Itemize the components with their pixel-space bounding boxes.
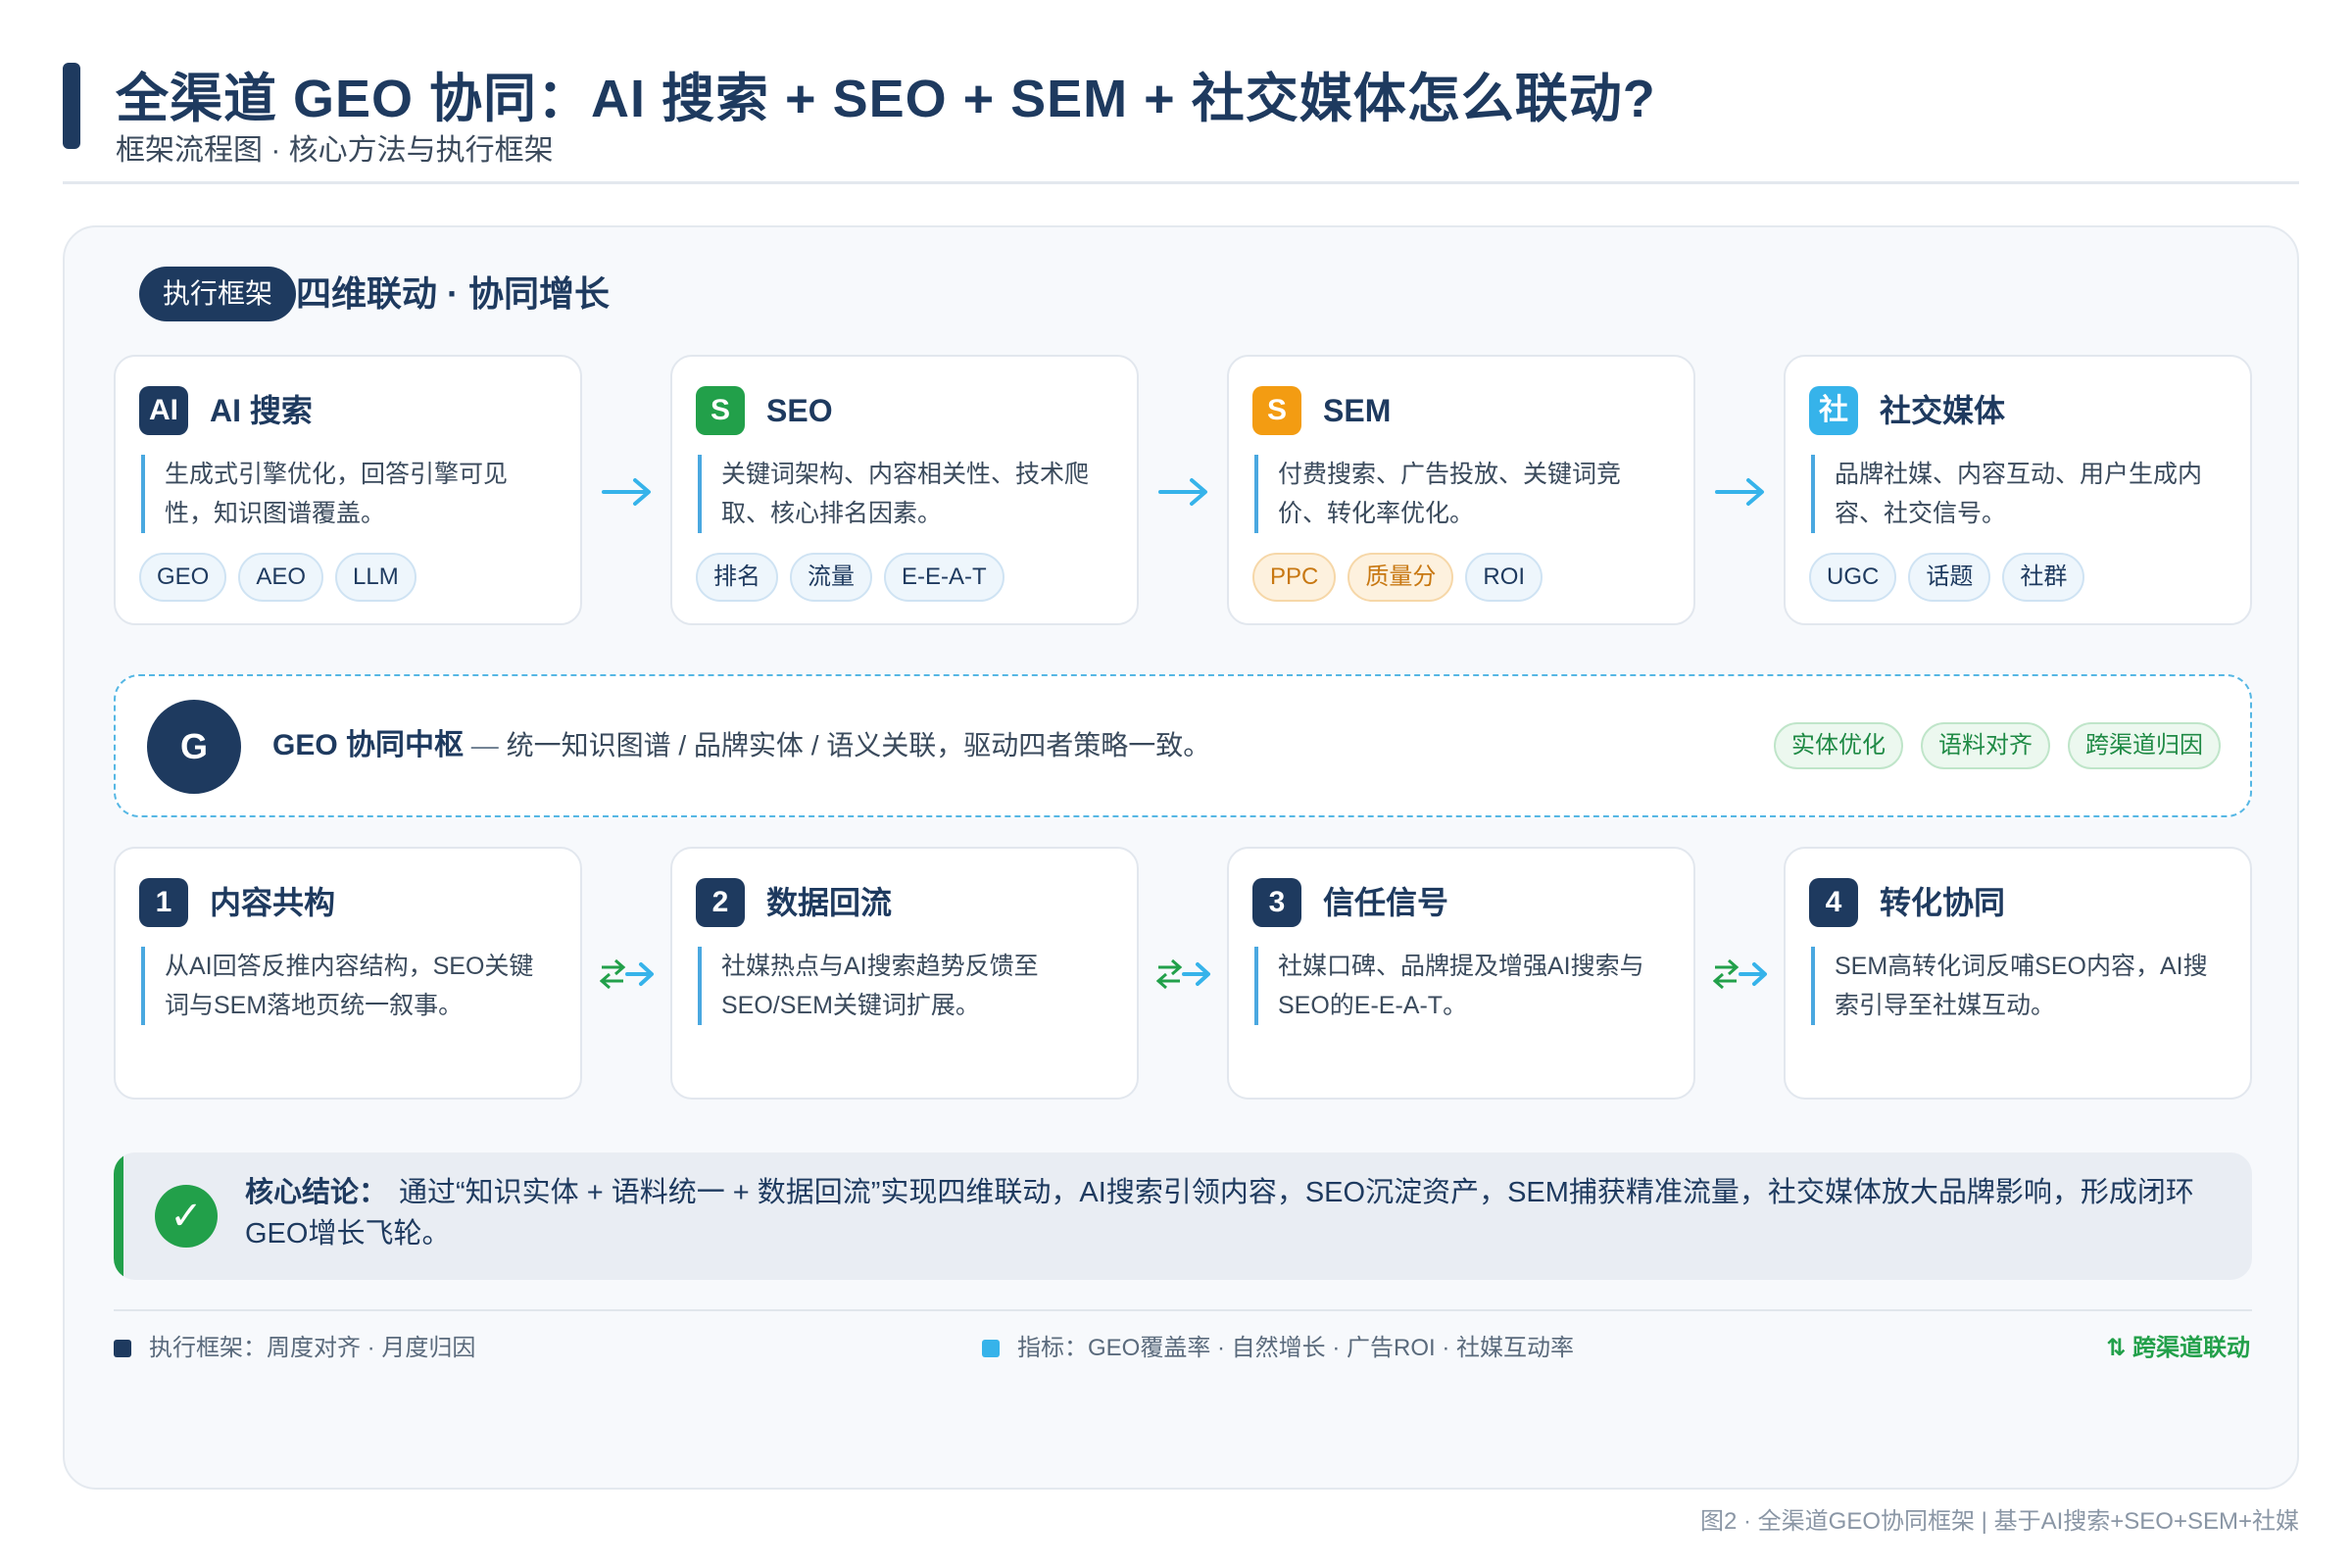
step-number: 1 <box>139 878 188 927</box>
arrow-right-icon <box>1158 478 1207 506</box>
conclusion-label: 核心结论： <box>245 1177 388 1208</box>
step-card-3: 3 信任信号 社媒口碑、品牌提及增强AI搜索与SEO的E-E-A-T。 <box>1227 847 1695 1100</box>
hub-dash: — <box>464 730 507 760</box>
step-card-1: 1 内容共构 从AI回答反推内容结构，SEO关键词与SEM落地页统一叙事。 <box>114 847 582 1100</box>
conclusion-accent <box>114 1152 123 1280</box>
sem-badge-icon: S <box>1252 386 1301 435</box>
geo-hub-icon: G <box>147 700 241 794</box>
step-title: 内容共构 <box>210 885 336 920</box>
step-desc: 社媒热点与AI搜索趋势反馈至SEO/SEM关键词扩展。 <box>698 947 1111 1025</box>
figure-caption: 图2 · 全渠道GEO协同框架 | 基于AI搜索+SEO+SEM+社媒 <box>1699 1508 2299 1535</box>
tag: ROI <box>1465 553 1544 602</box>
framework-panel: 执行框架 四维联动 · 协同增长 AI AI 搜索 生成式引擎优化，回答引擎可见… <box>63 225 2299 1490</box>
tag: AEO <box>238 553 324 602</box>
step-desc: 社媒口碑、品牌提及增强AI搜索与SEO的E-E-A-T。 <box>1254 947 1668 1025</box>
geo-hub: G GEO 协同中枢 — 统一知识图谱 / 品牌实体 / 语义关联，驱动四者策略… <box>114 674 2252 817</box>
hub-desc: 统一知识图谱 / 品牌实体 / 语义关联，驱动四者策略一致。 <box>506 730 1211 760</box>
channel-title: 社交媒体 <box>1880 393 2006 428</box>
footer-divider <box>114 1309 2252 1311</box>
social-badge-icon: 社 <box>1809 386 1858 435</box>
step-title: 转化协同 <box>1880 885 2006 920</box>
channel-card-social: 社 社交媒体 品牌社媒、内容互动、用户生成内容、社交信号。 UGC 话题 社群 <box>1784 355 2252 625</box>
tag: 语料对齐 <box>1921 722 2050 769</box>
check-icon: ✓ <box>155 1185 218 1248</box>
step-number: 3 <box>1252 878 1301 927</box>
channel-tags: 排名 流量 E-E-A-T <box>696 553 1016 602</box>
channel-card-seo: S SEO 关键词架构、内容相关性、技术爬取、核心排名因素。 排名 流量 E-E-A… <box>670 355 1139 625</box>
swap-arrows-icon: ⇅ <box>2106 1335 2127 1361</box>
tag: 质量分 <box>1348 553 1454 602</box>
step-number: 2 <box>696 878 745 927</box>
step-desc: 从AI回答反推内容结构，SEO关键词与SEM落地页统一叙事。 <box>141 947 555 1025</box>
tag: 排名 <box>696 553 778 602</box>
channel-desc: 生成式引擎优化，回答引擎可见性，知识图谱覆盖。 <box>141 455 555 533</box>
step-card-2: 2 数据回流 社媒热点与AI搜索趋势反馈至SEO/SEM关键词扩展。 <box>670 847 1139 1100</box>
hub-text: GEO 协同中枢 — 统一知识图谱 / 品牌实体 / 语义关联，驱动四者策略一致… <box>272 676 1210 815</box>
channel-tags: GEO AEO LLM <box>139 553 428 602</box>
step-card-4: 4 转化协同 SEM高转化词反哺SEO内容，AI搜索引导至社媒互动。 <box>1784 847 2252 1100</box>
footer-middle-text: 指标：GEO覆盖率 · 自然增长 · 广告ROI · 社媒互动率 <box>1017 1335 1574 1361</box>
step-title: 数据回流 <box>766 885 893 920</box>
channel-title: SEM <box>1323 393 1392 428</box>
bidirectional-arrow-icon <box>600 958 654 990</box>
channel-card-ai-search: AI AI 搜索 生成式引擎优化，回答引擎可见性，知识图谱覆盖。 GEO AEO L… <box>114 355 582 625</box>
step-desc: SEM高转化词反哺SEO内容，AI搜索引导至社媒互动。 <box>1811 947 2225 1025</box>
conclusion-body: 通过“知识实体 + 语料统一 + 数据回流”实现四维联动，AI搜索引领内容，SE… <box>245 1177 2194 1250</box>
tag: LLM <box>335 553 416 602</box>
tag: UGC <box>1809 553 1897 602</box>
section-pill: 执行框架 <box>139 267 297 321</box>
tag: E-E-A-T <box>884 553 1004 602</box>
step-title: 信任信号 <box>1323 885 1449 920</box>
seo-badge-icon: S <box>696 386 745 435</box>
legend-square-icon <box>982 1340 1000 1357</box>
channel-tags: PPC 质量分 ROI <box>1252 553 1554 602</box>
footer-left: 执行框架：周度对齐 · 月度归因 <box>114 1329 475 1368</box>
bidirectional-arrow-icon <box>1713 958 1767 990</box>
section-title: 四维联动 · 协同增长 <box>296 273 610 314</box>
channel-card-sem: S SEM 付费搜索、广告投放、关键词竞价、转化率优化。 PPC 质量分 ROI <box>1227 355 1695 625</box>
tag: GEO <box>139 553 227 602</box>
conclusion-text: 核心结论： 通过“知识实体 + 语料统一 + 数据回流”实现四维联动，AI搜索引领… <box>245 1172 2203 1254</box>
footer-right-text: 跨渠道联动 <box>2132 1335 2250 1361</box>
tag: PPC <box>1252 553 1337 602</box>
bidirectional-arrow-icon <box>1156 958 1210 990</box>
tag: 社群 <box>2002 553 2085 602</box>
channel-desc: 付费搜索、广告投放、关键词竞价、转化率优化。 <box>1254 455 1668 533</box>
hub-title: GEO 协同中枢 <box>272 729 465 761</box>
header-divider <box>63 181 2299 184</box>
hub-tags: 实体优化 语料对齐 跨渠道归因 <box>1756 722 2221 769</box>
arrow-right-icon <box>602 478 651 506</box>
page-title: 全渠道 GEO 协同：AI 搜索 + SEO + SEM + 社交媒体怎么联动? <box>116 70 1656 128</box>
channel-tags: UGC 话题 社群 <box>1809 553 2096 602</box>
footer-right: ⇅ 跨渠道联动 <box>2106 1329 2250 1368</box>
tag: 流量 <box>790 553 872 602</box>
ai-badge-icon: AI <box>139 386 188 435</box>
step-number: 4 <box>1809 878 1858 927</box>
channel-desc: 品牌社媒、内容互动、用户生成内容、社交信号。 <box>1811 455 2225 533</box>
footer-middle: 指标：GEO覆盖率 · 自然增长 · 广告ROI · 社媒互动率 <box>982 1329 1574 1368</box>
channel-title: SEO <box>766 393 833 428</box>
channel-title: AI 搜索 <box>210 393 313 428</box>
channel-desc: 关键词架构、内容相关性、技术爬取、核心排名因素。 <box>698 455 1111 533</box>
footer-left-text: 执行框架：周度对齐 · 月度归因 <box>149 1335 476 1361</box>
page-subtitle: 框架流程图 · 核心方法与执行框架 <box>116 134 554 167</box>
tag: 话题 <box>1908 553 1991 602</box>
legend-square-icon <box>114 1340 131 1357</box>
tag: 跨渠道归因 <box>2068 722 2221 769</box>
conclusion-box: ✓ 核心结论： 通过“知识实体 + 语料统一 + 数据回流”实现四维联动，AI搜索… <box>114 1152 2252 1280</box>
header-accent-bar <box>63 63 80 149</box>
arrow-right-icon <box>1715 478 1764 506</box>
tag: 实体优化 <box>1774 722 1903 769</box>
